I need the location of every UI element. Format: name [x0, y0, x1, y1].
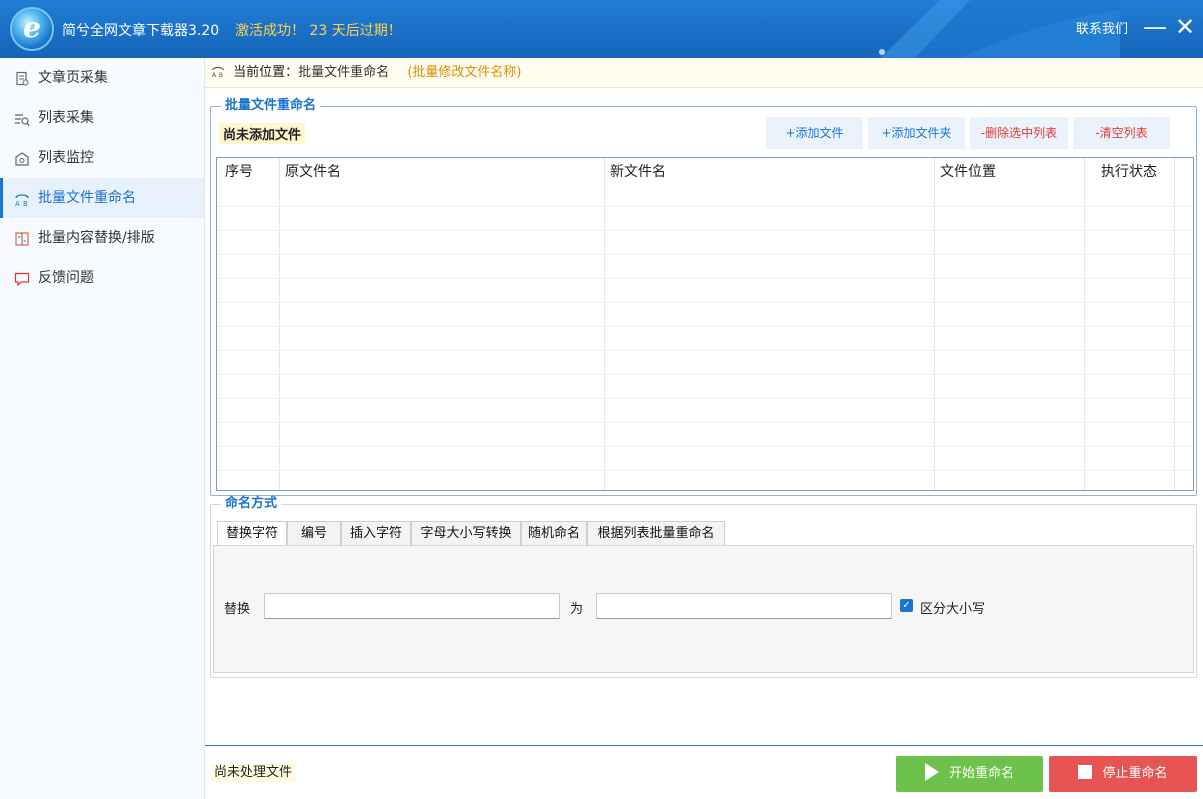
main-panel: AB 当前位置：批量文件重命名 (批量修改文件名称) 批量文件重命名 尚未添加文… [205, 58, 1203, 799]
tab-numbering[interactable]: 编号 [287, 521, 341, 545]
sidebar-item-label: 反馈问题 [38, 270, 94, 286]
delete-selected-button[interactable]: -删除选中列表 [970, 117, 1068, 149]
row-divider [217, 350, 1193, 351]
feedback-icon [14, 271, 30, 287]
column-header-index[interactable]: 序号 [225, 158, 253, 186]
column-divider [1084, 158, 1085, 490]
with-label: 为 [570, 602, 584, 617]
sidebar-item-list-monitor[interactable]: 列表监控 [0, 138, 204, 178]
sidebar-item-label: 文章页采集 [38, 70, 108, 86]
column-divider [279, 158, 280, 490]
row-divider [217, 230, 1193, 231]
row-divider [217, 326, 1193, 327]
sidebar-item-label: 批量文件重命名 [38, 190, 136, 206]
column-divider [1174, 158, 1175, 490]
breadcrumb-hint: (批量修改文件名称) [407, 65, 522, 80]
sidebar-item-batch-replace[interactable]: 批量内容替换/排版 [0, 218, 204, 258]
svg-text:B: B [23, 200, 28, 207]
activation-status: 激活成功！ 23 天后过期！ [235, 23, 402, 39]
add-file-button[interactable]: +添加文件 [766, 117, 863, 149]
column-header-status[interactable]: 执行状态 [1101, 158, 1157, 186]
row-divider [217, 302, 1193, 303]
sidebar-item-list-collect[interactable]: 列表采集 [0, 98, 204, 138]
clear-list-button[interactable]: -清空列表 [1073, 117, 1170, 149]
tab-case-convert[interactable]: 字母大小写转换 [411, 521, 521, 545]
row-divider [217, 278, 1193, 279]
play-icon [924, 763, 939, 781]
stop-rename-label: 停止重命名 [1102, 766, 1168, 781]
close-button[interactable]: ✕ [1172, 14, 1198, 40]
sidebar: 文章页采集 列表采集 列表监控 AB 批量文件重命名 批量内容替换/排版 反馈问… [0, 58, 205, 799]
svg-text:A: A [15, 200, 20, 207]
tab-insert-chars[interactable]: 插入字符 [341, 521, 411, 545]
app-logo: e [12, 9, 52, 49]
stop-icon [1078, 765, 1093, 779]
title-decoration [879, 0, 1120, 58]
column-header-location[interactable]: 文件位置 [940, 158, 996, 186]
page-collect-icon [14, 71, 30, 87]
naming-method-group: 命名方式 替换字符 编号 插入字符 字母大小写转换 随机命名 根据列表批量重命名… [210, 496, 1197, 678]
process-status: 尚未处理文件 [211, 764, 296, 782]
add-folder-button[interactable]: +添加文件夹 [868, 117, 965, 149]
start-rename-label: 开始重命名 [948, 766, 1014, 781]
sidebar-item-batch-rename[interactable]: AB 批量文件重命名 [0, 178, 204, 218]
replace-from-input[interactable] [264, 593, 560, 619]
footer-divider [205, 745, 1203, 746]
column-divider [934, 158, 935, 490]
naming-group-legend: 命名方式 [221, 496, 282, 512]
row-divider [217, 254, 1193, 255]
sidebar-item-label: 批量内容替换/排版 [38, 230, 155, 246]
file-status: 尚未添加文件 [219, 123, 306, 144]
row-divider [217, 374, 1193, 375]
contact-us-link[interactable]: 联系我们 [1076, 18, 1128, 37]
sidebar-item-feedback[interactable]: 反馈问题 [0, 258, 204, 298]
case-sensitive-label[interactable]: 区分大小写 [920, 598, 985, 617]
row-divider [217, 206, 1193, 207]
stop-rename-button[interactable]: 停止重命名 [1049, 756, 1197, 792]
breadcrumb: AB 当前位置：批量文件重命名 (批量修改文件名称) [205, 58, 1203, 88]
sidebar-item-label: 列表采集 [38, 110, 94, 126]
rename-icon: AB [211, 58, 229, 88]
tab-replace-chars[interactable]: 替换字符 [217, 521, 287, 546]
tab-random-name[interactable]: 随机命名 [521, 521, 587, 545]
start-rename-button[interactable]: 开始重命名 [896, 756, 1043, 792]
breadcrumb-prefix: 当前位置： [233, 65, 299, 80]
case-sensitive-checkbox[interactable]: ✓ [900, 599, 913, 612]
minimize-button[interactable]: — [1142, 14, 1168, 40]
list-monitor-icon [14, 151, 30, 167]
rename-icon: AB [14, 191, 30, 208]
file-table[interactable]: 序号 原文件名 新文件名 文件位置 执行状态 [216, 157, 1194, 491]
replace-chars-panel: 替换 为 ✓ 区分大小写 [213, 545, 1194, 673]
row-divider [217, 446, 1193, 447]
row-divider [217, 422, 1193, 423]
replace-to-input[interactable] [596, 593, 892, 619]
sidebar-item-label: 列表监控 [38, 150, 94, 166]
column-header-original-name[interactable]: 原文件名 [285, 158, 341, 186]
app-title: 简兮全网文章下载器3.20 [62, 23, 220, 39]
row-divider [217, 470, 1193, 471]
file-list-group: 批量文件重命名 尚未添加文件 +添加文件 +添加文件夹 -删除选中列表 -清空列… [210, 98, 1197, 496]
title-bar: e 简兮全网文章下载器3.20 激活成功！ 23 天后过期！ 联系我们 — ✕ [0, 0, 1203, 58]
column-header-new-name[interactable]: 新文件名 [610, 158, 666, 186]
file-group-legend: 批量文件重命名 [221, 98, 321, 114]
sidebar-item-page-collect[interactable]: 文章页采集 [0, 58, 204, 98]
svg-text:A: A [212, 72, 217, 78]
row-divider [217, 398, 1193, 399]
column-divider [604, 158, 605, 490]
replace-label: 替换 [224, 602, 251, 617]
list-collect-icon [14, 111, 30, 127]
breadcrumb-current: 批量文件重命名 [298, 65, 390, 80]
tab-list-rename[interactable]: 根据列表批量重命名 [587, 521, 725, 545]
table-header: 序号 原文件名 新文件名 文件位置 执行状态 [217, 158, 1193, 186]
replace-icon [14, 231, 30, 247]
svg-text:B: B [219, 72, 223, 78]
